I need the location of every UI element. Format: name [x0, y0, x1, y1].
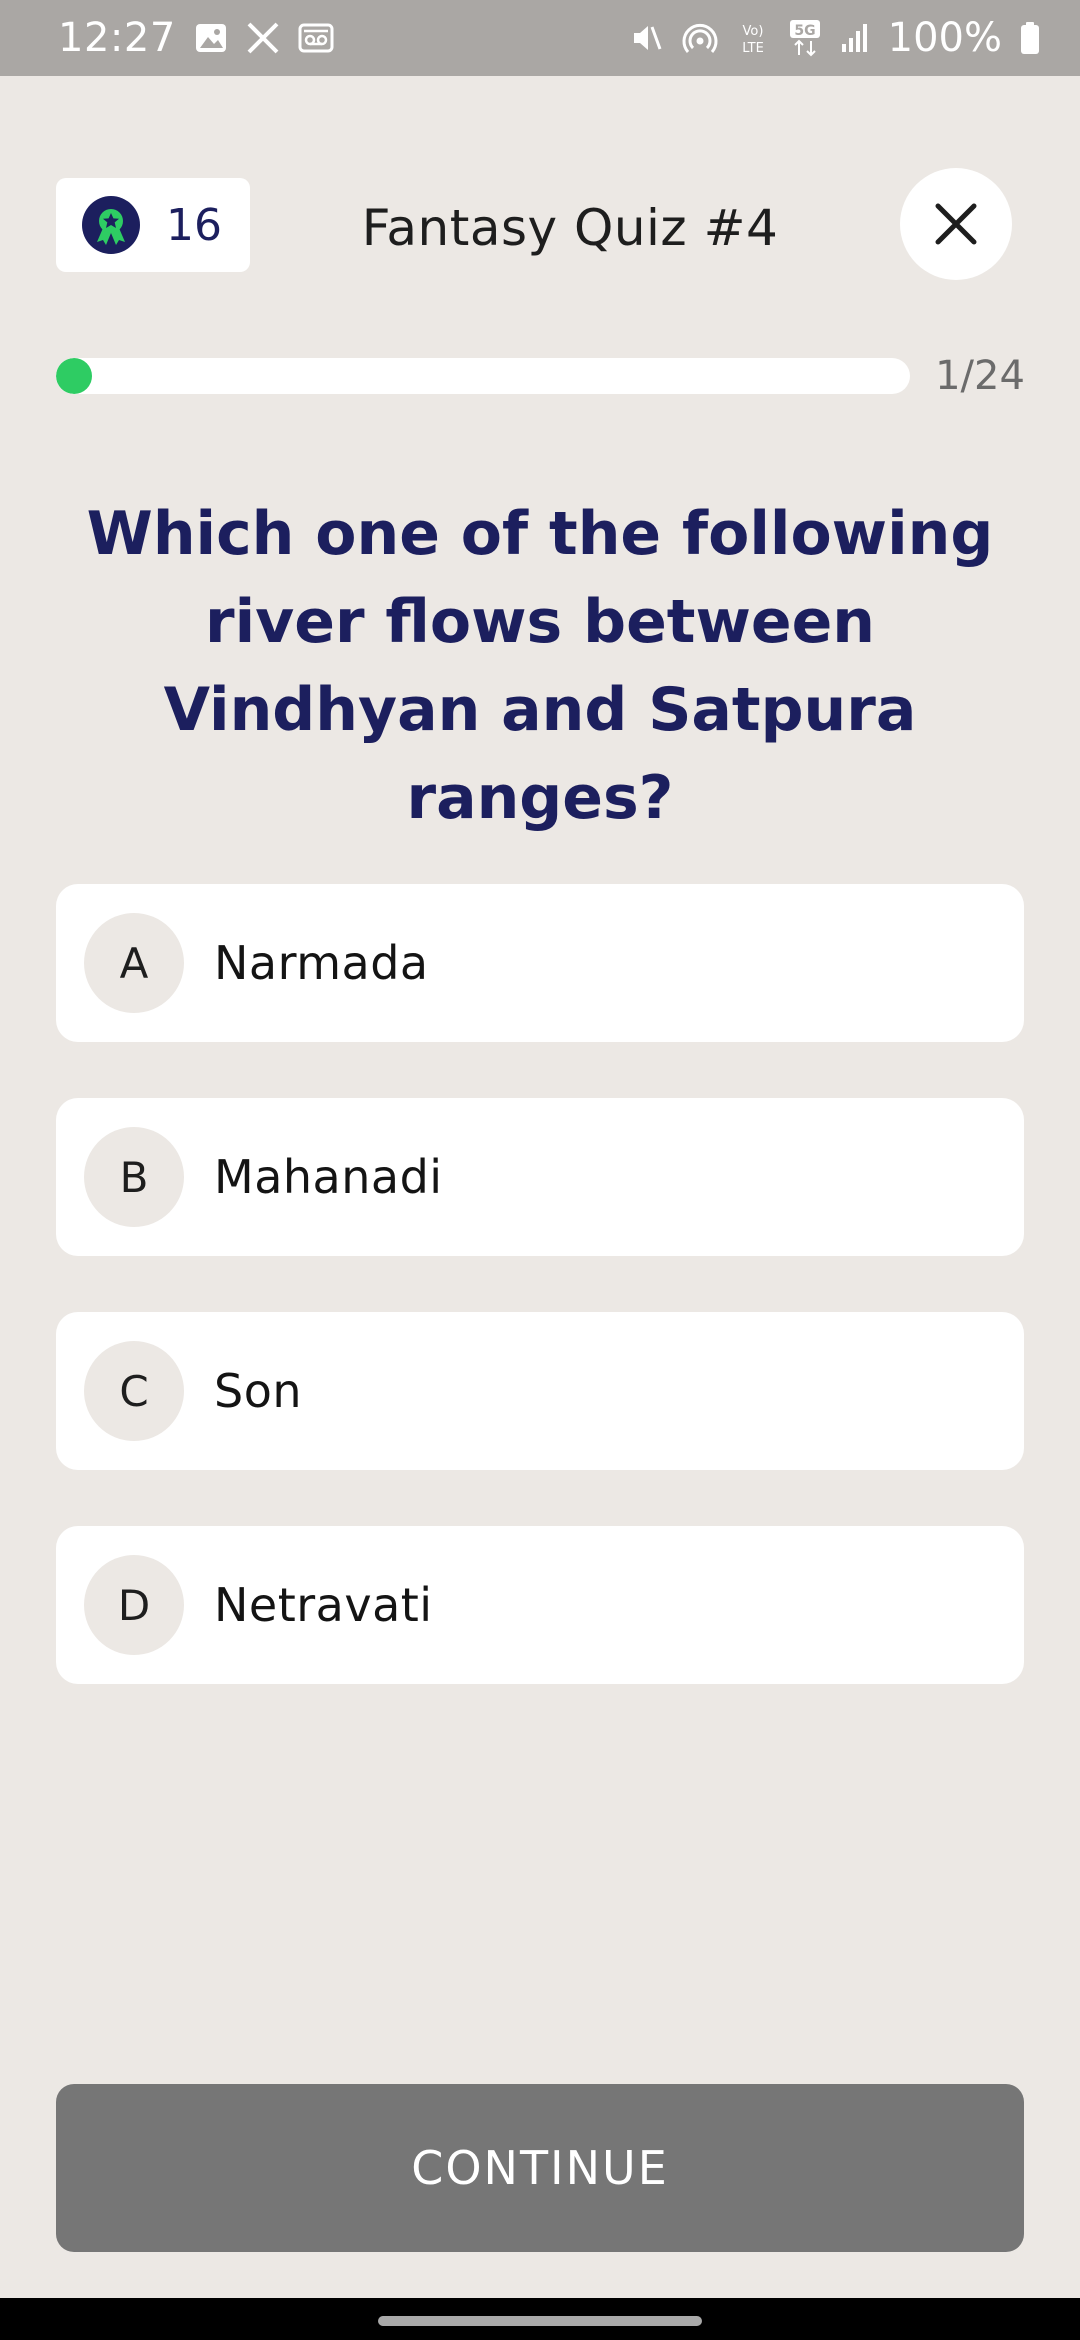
svg-text:LTE: LTE — [742, 41, 764, 56]
option-b[interactable]: B Mahanadi — [56, 1098, 1024, 1256]
answer-options: A Narmada B Mahanadi C Son D Netravati — [56, 884, 1024, 1740]
close-icon — [934, 202, 978, 246]
volte-icon: Vo) LTE — [736, 20, 770, 56]
quiz-title: Fantasy Quiz #4 — [361, 199, 779, 257]
close-button[interactable] — [900, 168, 1012, 280]
option-d[interactable]: D Netravati — [56, 1526, 1024, 1684]
option-text: Narmada — [214, 936, 429, 990]
x-icon — [246, 21, 280, 55]
voicemail-icon — [298, 22, 334, 54]
gallery-icon — [194, 21, 228, 55]
continue-button[interactable]: CONTINUE — [56, 2084, 1024, 2252]
status-time: 12:27 — [58, 15, 176, 61]
svg-text:Vo): Vo) — [742, 24, 763, 39]
status-bar-left: 12:27 — [58, 15, 334, 61]
score-badge[interactable]: 16 — [56, 178, 250, 272]
option-letter: A — [84, 913, 184, 1013]
mute-icon — [630, 21, 664, 55]
option-letter: D — [84, 1555, 184, 1655]
option-a[interactable]: A Narmada — [56, 884, 1024, 1042]
battery-icon — [1020, 21, 1040, 55]
progress-bar — [56, 358, 910, 394]
option-letter: C — [84, 1341, 184, 1441]
5g-icon: 5G — [788, 19, 822, 57]
status-bar-right: Vo) LTE 5G 100% — [630, 15, 1040, 61]
option-c[interactable]: C Son — [56, 1312, 1024, 1470]
status-bar: 12:27 Vo) LTE 5G 100% — [0, 0, 1080, 76]
option-text: Son — [214, 1364, 302, 1418]
battery-percent: 100% — [887, 15, 1002, 61]
signal-icon — [840, 22, 870, 54]
score-value: 16 — [166, 199, 222, 251]
option-text: Netravati — [214, 1578, 433, 1632]
option-text: Mahanadi — [214, 1150, 443, 1204]
progress-label: 1/24 — [935, 353, 1025, 399]
hotspot-icon — [682, 21, 718, 55]
home-indicator[interactable] — [378, 2316, 702, 2326]
svg-text:5G: 5G — [794, 23, 815, 39]
question-text: Which one of the following river flows b… — [86, 499, 994, 833]
progress-fill — [56, 358, 92, 394]
option-letter: B — [84, 1127, 184, 1227]
award-ribbon-icon — [82, 196, 140, 254]
